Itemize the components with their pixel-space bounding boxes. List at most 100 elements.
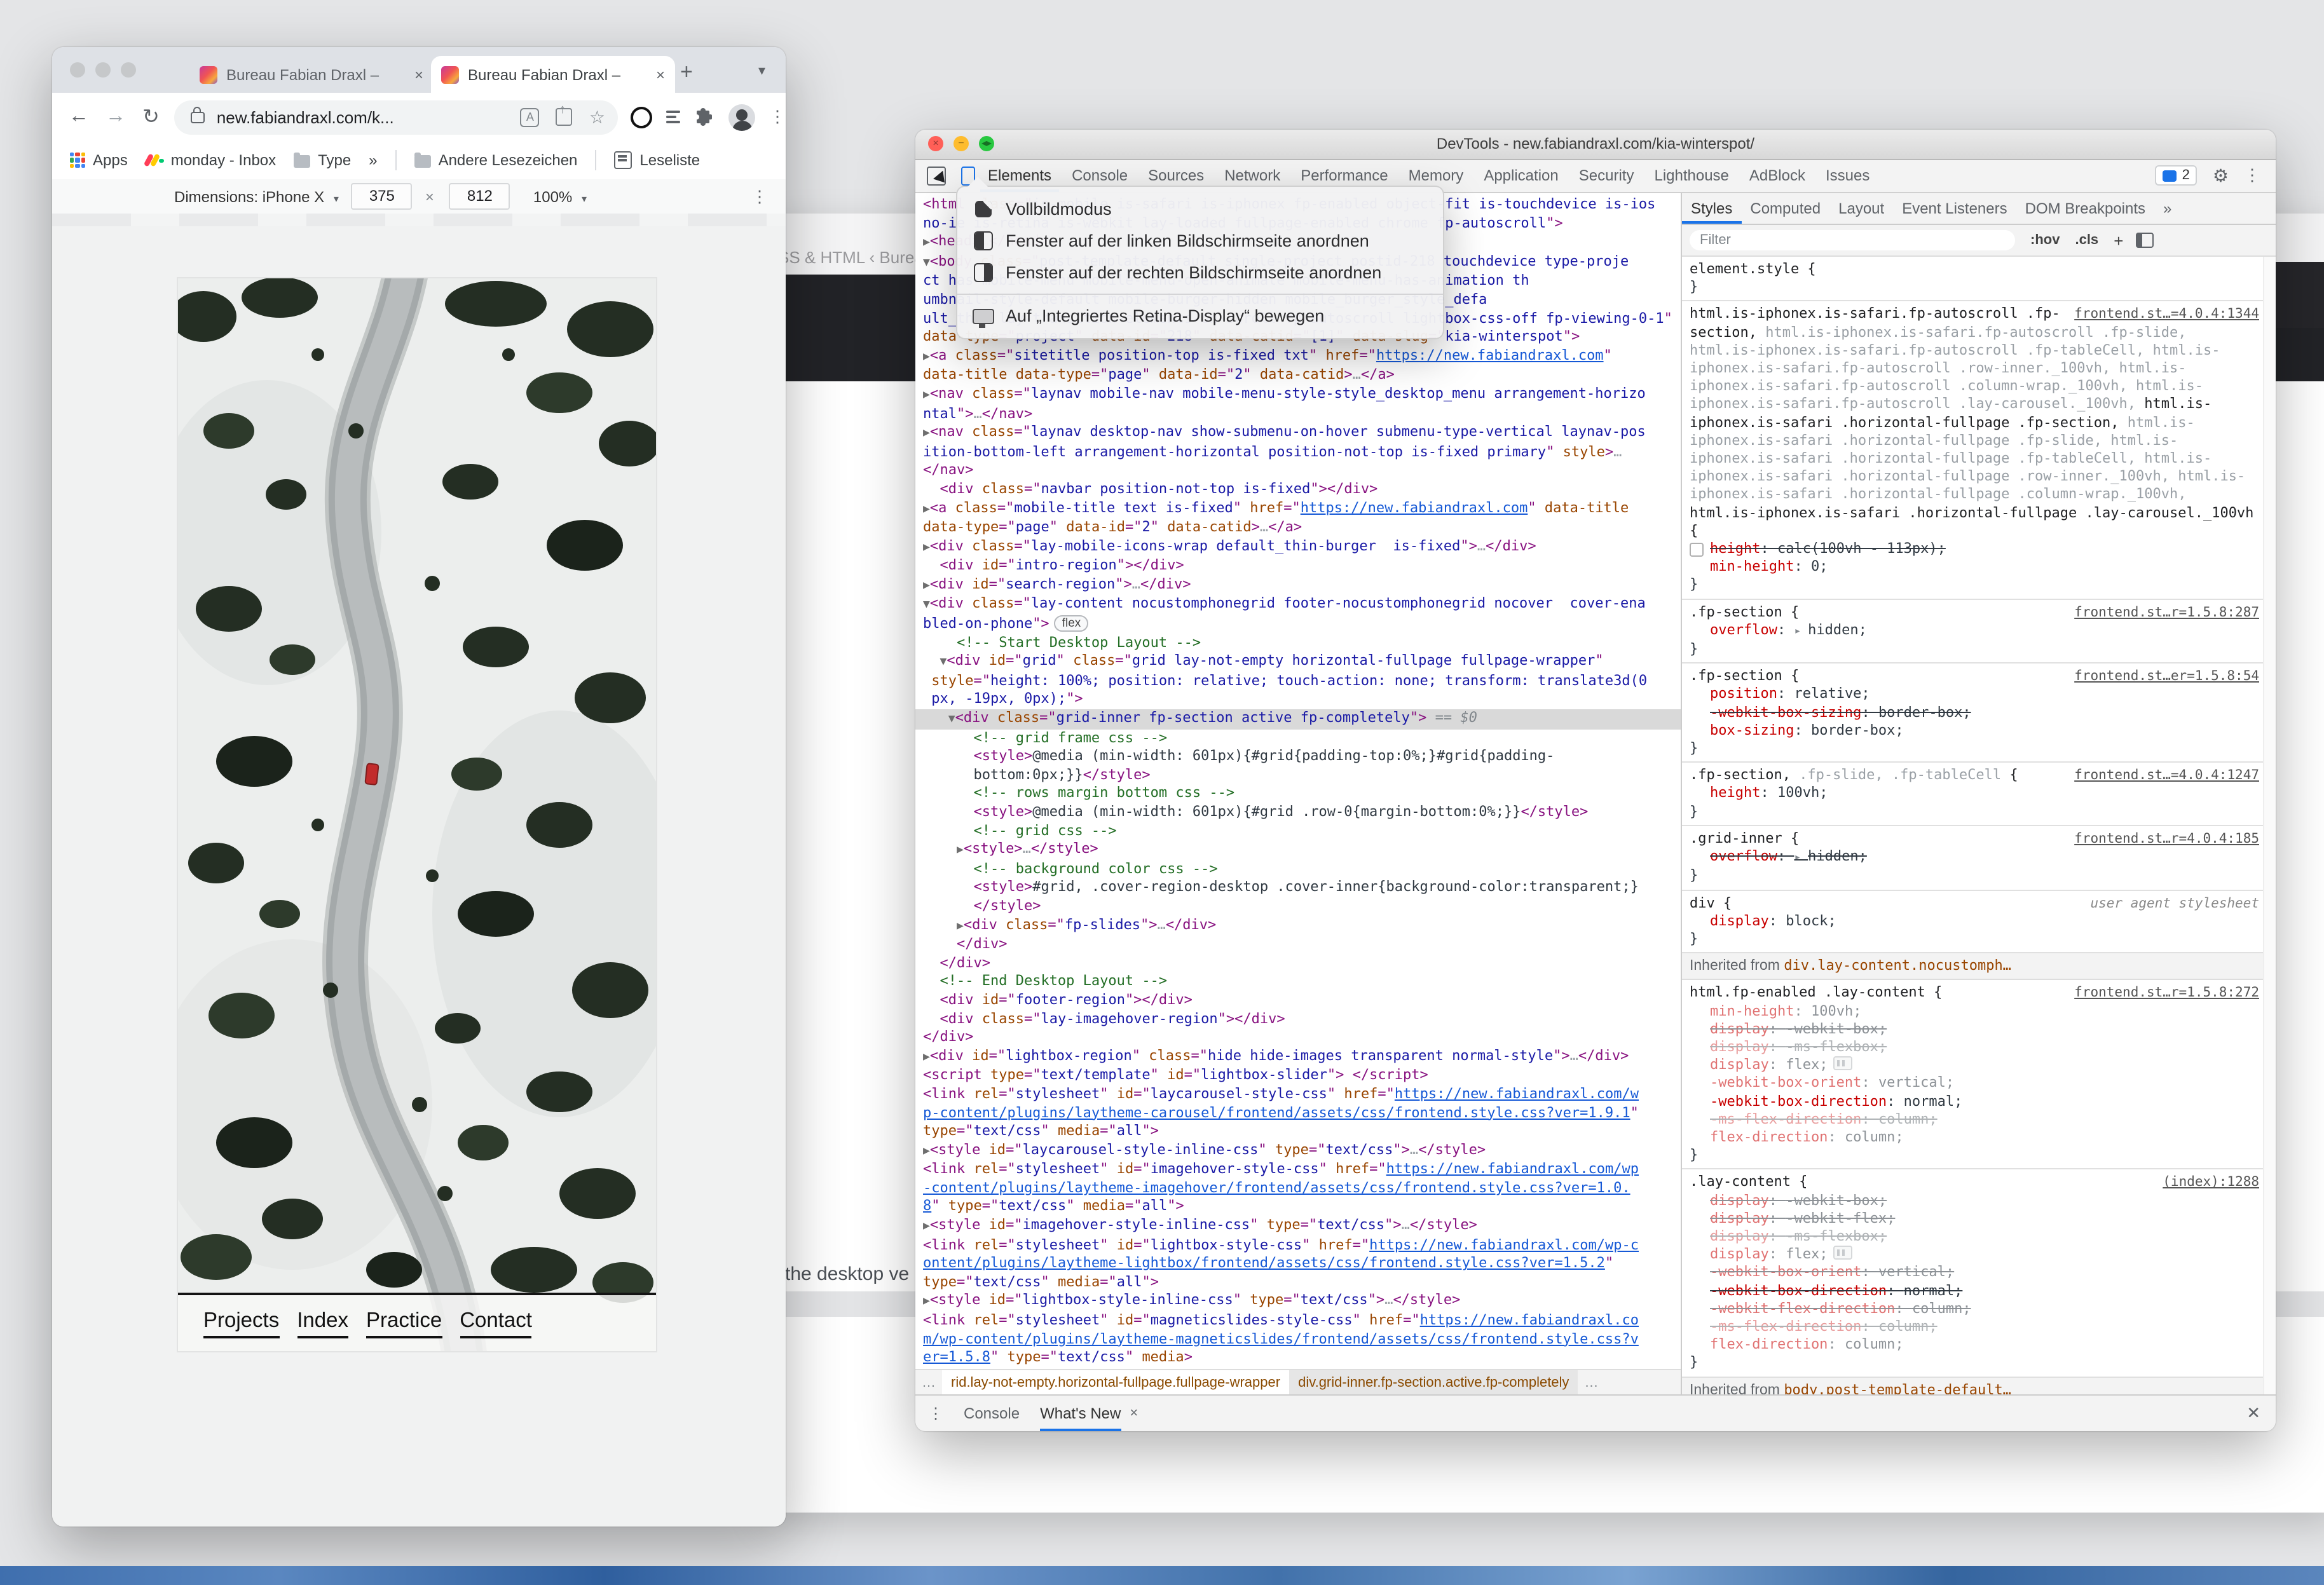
devtools-tab-application[interactable]: Application: [1476, 160, 1566, 192]
dom-tree-line[interactable]: <link rel="stylesheet" id="laycarousel-s…: [923, 1085, 1681, 1104]
dom-tree-line[interactable]: </div>: [923, 1028, 1681, 1047]
dom-tree-line[interactable]: ▼<div class="lay-content nocustomphonegr…: [923, 595, 1681, 615]
css-source-link[interactable]: frontend.st…=4.0.4:1344: [2074, 306, 2259, 323]
settings-gear-icon[interactable]: ⚙: [2213, 167, 2229, 184]
drawer-tab-console[interactable]: Console: [964, 1396, 1020, 1431]
browser-menu-kebab-icon[interactable]: ⋮: [769, 107, 786, 127]
site-nav-link-contact[interactable]: Contact: [460, 1309, 532, 1338]
css-property[interactable]: display: -webkit-box;: [1690, 1020, 2259, 1038]
flex-editor-badge[interactable]: [1833, 1056, 1852, 1070]
tab-close-icon[interactable]: ×: [656, 65, 665, 83]
css-property[interactable]: display: flex;: [1690, 1246, 2259, 1263]
css-property[interactable]: display: -webkit-box;: [1690, 1192, 2259, 1209]
dom-tree-line[interactable]: ntal">…</nav>: [923, 405, 1681, 423]
dom-tree-line[interactable]: <!-- Start Desktop Layout -->: [923, 634, 1681, 652]
devtools-tab-issues[interactable]: Issues: [1818, 160, 1877, 192]
css-rule[interactable]: user agent stylesheetdiv {display: block…: [1682, 890, 2264, 953]
forward-button[interactable]: →: [106, 105, 126, 128]
dom-tree-line[interactable]: <!-- grid css -->: [923, 822, 1681, 840]
dom-tree-line[interactable]: <link rel="stylesheet" id="magneticslide…: [923, 1312, 1681, 1330]
menu-item[interactable]: Vollbildmodus: [957, 193, 1443, 225]
breadcrumb-item[interactable]: div.grid-inner.fp-section.active.fp-comp…: [1289, 1370, 1578, 1396]
dom-tree-line[interactable]: <style>@media (min-width: 601px){#grid .…: [923, 803, 1681, 822]
css-source-link[interactable]: frontend.st…=4.0.4:1247: [2074, 767, 2259, 785]
css-rule[interactable]: frontend.st…r=1.5.8:287.fp-section {over…: [1682, 599, 2264, 663]
dom-tree-line[interactable]: data-type="page" data-id="2" data-catid>…: [923, 519, 1681, 537]
css-property[interactable]: -webkit-box-direction: normal;: [1690, 1092, 2259, 1110]
dom-tree-line[interactable]: px, -19px, 0px);">: [923, 691, 1681, 709]
styles-tab-styles[interactable]: Styles: [1682, 193, 1741, 224]
device-viewport[interactable]: ProjectsIndexPracticeContact: [178, 278, 656, 1351]
dom-tree-line[interactable]: <!-- grid frame css -->: [923, 729, 1681, 747]
dom-tree-line[interactable]: </style>: [923, 897, 1681, 916]
site-nav-link-projects[interactable]: Projects: [203, 1309, 279, 1338]
dimensions-select[interactable]: Dimensions: iPhone X ▾: [174, 187, 339, 205]
css-source-link[interactable]: (index):1288: [2163, 1174, 2259, 1192]
extension-list-icon[interactable]: [666, 107, 680, 126]
dom-tree-line[interactable]: type="text/css" media="all">: [923, 1274, 1681, 1292]
bookmark-item-type[interactable]: Type: [294, 151, 351, 169]
css-property[interactable]: overflow: ▸ hidden;: [1690, 622, 2259, 641]
zoom-select[interactable]: 100% ▾: [533, 187, 587, 205]
dom-tree-line[interactable]: <style>@media (min-width: 601px){#grid{p…: [923, 747, 1681, 766]
css-property[interactable]: display: -ms-flexbox;: [1690, 1038, 2259, 1056]
viewport-width-input[interactable]: 375: [352, 183, 413, 210]
close-button[interactable]: ×: [928, 136, 943, 151]
dom-tree-line[interactable]: </nav>: [923, 462, 1681, 480]
bookmark-star-icon[interactable]: ☆: [589, 109, 605, 125]
menu-item[interactable]: Auf „Integriertes Retina-Display“ bewege…: [957, 300, 1443, 332]
devtools-window-controls[interactable]: × − ◂▸: [928, 136, 994, 151]
css-property[interactable]: flex-direction: column;: [1690, 1336, 2259, 1354]
dom-tree-line[interactable]: m/wp-content/plugins/laytheme-magneticsl…: [923, 1330, 1681, 1349]
dom-tree-line[interactable]: p-content/plugins/laytheme-carousel/fron…: [923, 1104, 1681, 1122]
css-property[interactable]: -webkit-box-direction: normal;: [1690, 1282, 2259, 1300]
dom-tree-line[interactable]: ontent/plugins/laytheme-lightbox/fronten…: [923, 1255, 1681, 1274]
breadcrumb-item[interactable]: …: [1578, 1370, 1604, 1396]
menu-item[interactable]: Fenster auf der linken Bildschirmseite a…: [957, 225, 1443, 257]
drawer-close-icon[interactable]: ✕: [2246, 1403, 2260, 1424]
flex-editor-badge[interactable]: [1833, 1246, 1852, 1260]
drawer-kebab-icon[interactable]: ⋮: [928, 1405, 943, 1422]
dom-tree-line[interactable]: ▶<div id="search-region">…</div>: [923, 576, 1681, 595]
extensions-puzzle-icon[interactable]: [694, 107, 714, 127]
dom-tree-line[interactable]: <style>#grid, .cover-region-desktop .cov…: [923, 879, 1681, 897]
devtools-tab-adblock[interactable]: AdBlock: [1742, 160, 1813, 192]
styles-tab-dom-breakpoints[interactable]: DOM Breakpoints: [2016, 193, 2154, 224]
dom-tree-line[interactable]: ▶<style id="laycarousel-style-inline-css…: [923, 1141, 1681, 1160]
devtools-tab-lighthouse[interactable]: Lighthouse: [1646, 160, 1736, 192]
address-bar[interactable]: new.fabiandraxl.com/k... A ☆: [175, 100, 618, 134]
new-tab-button[interactable]: +: [680, 60, 693, 85]
device-toolbar-kebab-icon[interactable]: ⋮: [751, 186, 768, 207]
bookmark-item-leseliste[interactable]: Leseliste: [614, 151, 700, 169]
profile-avatar[interactable]: [728, 104, 755, 130]
css-property[interactable]: -webkit-flex-direction: column;: [1690, 1300, 2259, 1318]
devtools-tab-security[interactable]: Security: [1571, 160, 1642, 192]
toggle-hover-state-button[interactable]: :hov: [2030, 233, 2060, 248]
dom-tree-line[interactable]: ▼<div id="grid" class="grid lay-not-empt…: [923, 653, 1681, 672]
drawer-tab-what-s-new[interactable]: What's New: [1040, 1396, 1121, 1431]
css-property[interactable]: display: flex;: [1690, 1056, 2259, 1074]
css-property[interactable]: display: -ms-flexbox;: [1690, 1228, 2259, 1246]
dom-tree-line[interactable]: ▶<nav class="laynav mobile-nav mobile-me…: [923, 385, 1681, 405]
zoom-button[interactable]: [121, 62, 136, 78]
zoom-button[interactable]: ◂▸: [979, 136, 994, 151]
minimize-button[interactable]: −: [954, 136, 969, 151]
css-property[interactable]: min-height: 0;: [1690, 559, 2259, 576]
dom-tree-line[interactable]: ▶<a class="mobile-title text is-fixed" h…: [923, 499, 1681, 519]
dom-tree-line[interactable]: ition-bottom-left arrangement-horizontal…: [923, 443, 1681, 461]
menu-item[interactable]: Fenster auf der rechten Bildschirmseite …: [957, 257, 1443, 289]
dom-tree-line[interactable]: ▶<style id="lightbox-style-inline-css" t…: [923, 1292, 1681, 1312]
minimize-button[interactable]: [95, 62, 111, 78]
dom-tree-line[interactable]: <!-- rows margin bottom css -->: [923, 785, 1681, 803]
styles-tab-layout[interactable]: Layout: [1829, 193, 1893, 224]
dom-tree-line[interactable]: 8" type="text/css" media="all">: [923, 1198, 1681, 1216]
css-property[interactable]: height: 100vh;: [1690, 785, 2259, 803]
css-source-link[interactable]: frontend.st…r=1.5.8:272: [2074, 984, 2259, 1002]
devtools-titlebar[interactable]: × − ◂▸ DevTools - new.fabiandraxl.com/ki…: [915, 130, 2276, 160]
css-rule[interactable]: frontend.st…=4.0.4:1247.fp-section, .fp-…: [1682, 763, 2264, 826]
css-rule[interactable]: frontend.st…=4.0.4:1344html.is-iphonex.i…: [1682, 302, 2264, 600]
dom-tree-line[interactable]: ▼<div class="grid-inner fp-section activ…: [915, 709, 1681, 729]
bookmark-item--[interactable]: »: [369, 151, 377, 169]
breadcrumb-item[interactable]: rid.lay-not-empty.horizontal-fullpage.fu…: [942, 1370, 1289, 1396]
translate-icon[interactable]: A: [521, 107, 540, 126]
